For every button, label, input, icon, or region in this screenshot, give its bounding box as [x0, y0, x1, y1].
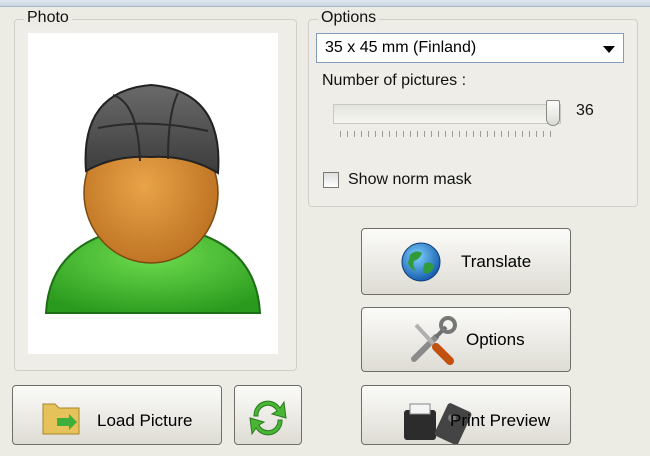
- slider-ticks: [340, 131, 555, 137]
- photo-preview: [28, 33, 278, 354]
- format-select[interactable]: 35 x 45 mm (Finland): [316, 33, 624, 63]
- refresh-button[interactable]: [234, 385, 302, 445]
- window-title-bar: [0, 0, 650, 7]
- print-preview-button-label: Print Preview: [450, 411, 551, 430]
- tools-icon: [411, 316, 457, 365]
- pictures-label: Number of pictures :: [322, 72, 467, 89]
- translate-button[interactable]: Translate: [361, 228, 571, 295]
- folder-icon: [42, 403, 80, 435]
- load-picture-button-label: Load Picture: [97, 411, 193, 430]
- options-group-title: Options: [318, 9, 380, 27]
- user-silhouette-icon: [44, 83, 262, 314]
- norm-mask-checkbox[interactable]: [323, 172, 339, 188]
- format-select-value: 35 x 45 mm (Finland): [325, 39, 477, 56]
- translate-button-label: Translate: [461, 251, 532, 271]
- options-button[interactable]: Options: [361, 307, 571, 372]
- pictures-slider-thumb[interactable]: [546, 100, 560, 126]
- refresh-arrows-icon: [249, 400, 287, 436]
- dropdown-arrow-icon[interactable]: [603, 46, 615, 53]
- load-picture-button[interactable]: Load Picture: [12, 385, 222, 445]
- norm-mask-label[interactable]: Show norm mask: [348, 171, 472, 189]
- globe-icon: [401, 242, 441, 282]
- options-button-label: Options: [466, 329, 525, 349]
- photo-group-title: Photo: [24, 9, 72, 27]
- pictures-count: 36: [576, 102, 594, 119]
- pictures-slider-track[interactable]: [333, 104, 561, 124]
- print-preview-button[interactable]: Print Preview: [361, 385, 571, 445]
